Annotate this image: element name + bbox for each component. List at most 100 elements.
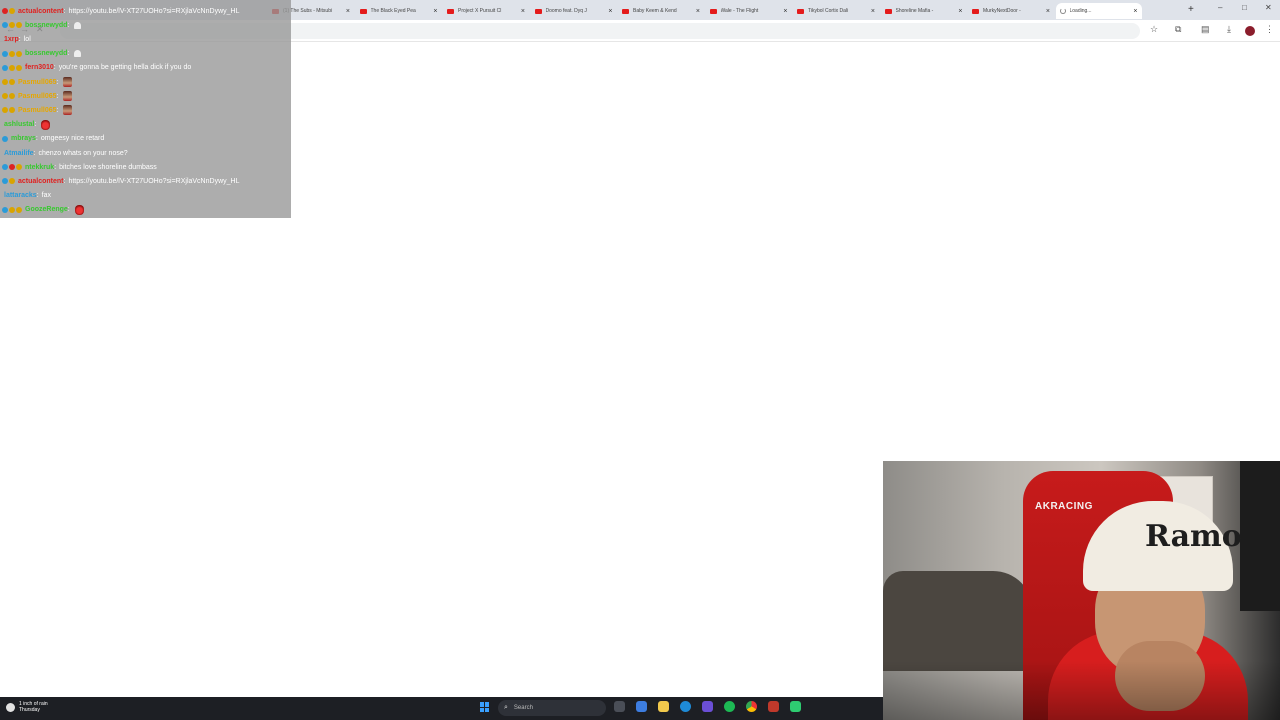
discord-icon[interactable] [702,701,713,712]
new-tab-button[interactable]: + [1188,4,1194,15]
tab[interactable]: MurkyNextDoor - × [968,3,1054,19]
chat-message: Pasmull065: [0,89,291,103]
chat-separator: : [63,177,66,185]
tab[interactable]: Baby Keem & Kend × [618,3,704,19]
chat-username[interactable]: actualcontent [18,178,64,185]
extensions-icon[interactable]: ⧉ [1175,24,1181,35]
tab-close-icon[interactable]: × [696,8,700,15]
tab-close-icon[interactable]: × [433,8,437,15]
file-explorer-icon[interactable] [658,701,669,712]
tab-close-icon[interactable]: × [958,8,962,15]
chat-username[interactable]: 1xrp [4,36,19,43]
chat-message: ashlustal: [0,118,291,132]
webcam-feed: AKRACING Ramo [883,461,1280,720]
youtube-favicon-icon [534,8,542,14]
stream-chat-overlay: actualcontent: https://youtu.be/lV-XT27UO… [0,0,291,218]
chat-username[interactable]: bossnewydd [25,22,67,29]
task-view-icon[interactable] [614,701,625,712]
tab-title: The Black Eyed Pea [370,8,416,14]
chat-badge-icon [9,164,15,171]
girl-emote-icon [63,105,73,116]
chat-username[interactable]: Pasmull065 [18,79,57,86]
tab[interactable]: The Black Eyed Pea × [356,3,442,19]
app-icon[interactable] [790,701,801,712]
chat-message: Atmailife: chenzo whats on your nose? [0,146,291,160]
chat-message: lattaracks: fax [0,189,291,203]
chat-username[interactable]: ntekkruk [25,164,54,171]
chat-badge-icon [2,64,8,71]
tab[interactable]: Project X Pursuit Cl × [443,3,529,19]
tab-title: Loading... [1069,8,1092,14]
chat-badge-icon [2,206,8,213]
chat-badge-icon [9,107,15,114]
youtube-favicon-icon [972,8,979,14]
chat-username[interactable]: ashlustal [4,121,34,128]
chat-username[interactable]: GoozeRenge [25,206,68,213]
chat-username[interactable]: Atmailife [4,150,34,157]
tab[interactable]: Shoreline Mafia - × [881,3,967,19]
tab-close-icon[interactable]: × [346,8,350,15]
chat-separator: : [35,135,38,143]
chat-badge-icon [2,135,8,142]
spotify-icon[interactable] [724,701,735,712]
chat-text[interactable]: https://youtu.be/lV-XT27UOHo?si=RXjlaVcN… [68,178,239,185]
chat-username[interactable]: lattaracks [4,192,37,199]
obs-icon[interactable] [768,701,779,712]
chat-badge-icon [9,8,15,14]
taskbar-search[interactable]: ⌕ Search [498,700,606,716]
chat-separator: : [18,35,21,43]
chat-text: chenzo whats on your nose? [38,149,128,157]
chat-badge-icon [9,206,15,213]
maximize-icon[interactable]: □ [1242,3,1247,12]
window-close-icon[interactable]: ✕ [1265,3,1272,12]
tab[interactable]: Wale - The Flight × [706,3,792,19]
minimize-icon[interactable]: – [1218,3,1222,12]
chat-message: bossnewydd: [0,18,291,32]
chat-username[interactable]: fern3010 [25,64,54,71]
chat-text[interactable]: https://youtu.be/lV-XT27UOHo?si=RXjlaVcN… [68,8,239,15]
chat-username[interactable]: Pasmull065 [18,107,57,114]
chat-message: Pasmull065: [0,75,291,89]
chat-separator: : [56,92,59,100]
chat-separator: : [56,78,59,86]
chat-username[interactable]: mbrays [11,135,36,142]
tab-close-icon[interactable]: × [783,8,787,15]
windows-taskbar: 1 inch of rain Thursday ⌕ Search [0,697,883,720]
side-panel-icon[interactable]: ▤ [1201,24,1210,35]
tab[interactable]: Doomo feat. Dyq J × [531,3,617,19]
tab-close-icon[interactable]: × [608,8,612,15]
chrome-icon[interactable] [746,701,757,712]
chat-badge-icon [9,22,15,29]
tab-title: Shoreline Mafia - [895,8,934,14]
chat-badge-icon [16,164,22,171]
chat-message: actualcontent: https://youtu.be/lV-XT27UO… [0,4,291,18]
tab-close-icon[interactable]: × [521,8,525,15]
tab-close-icon[interactable]: × [1046,8,1050,15]
room-bed [883,571,1033,671]
chat-badge-icon [2,178,8,185]
menu-kebab-icon[interactable]: ⋮ [1265,24,1274,35]
chat-username[interactable]: actualcontent [18,8,64,15]
profile-avatar[interactable] [1245,26,1255,36]
chat-username[interactable]: bossnewydd [25,50,67,57]
chat-separator: : [54,163,57,171]
copilot-icon[interactable] [636,701,647,712]
tab-close-icon[interactable]: × [1133,8,1137,15]
edge-icon[interactable] [680,701,691,712]
tab-close-icon[interactable]: × [871,8,875,15]
weather-widget[interactable]: 1 inch of rain Thursday [6,701,48,713]
bookmark-star-icon[interactable]: ☆ [1150,24,1158,35]
chat-badge-icon [2,93,8,100]
chat-separator: : [33,149,36,157]
chat-username[interactable]: Pasmull065 [18,93,57,100]
tab-title: Project X Pursuit Cl [458,8,502,14]
tab[interactable]: Tikybol Cortix Dali × [793,3,879,19]
chat-message: actualcontent: https://youtu.be/lV-XT27UO… [0,174,291,188]
download-icon[interactable]: ⤓ [1227,24,1231,35]
devil-emote-icon [41,119,51,130]
chat-message: bossnewydd: [0,47,291,61]
windows-start-icon[interactable] [480,702,490,712]
tab-active[interactable]: Loading... × [1055,3,1142,19]
chat-badge-icon [9,64,15,71]
tab-title: (1) The Subs - Mitsubi [283,8,333,14]
